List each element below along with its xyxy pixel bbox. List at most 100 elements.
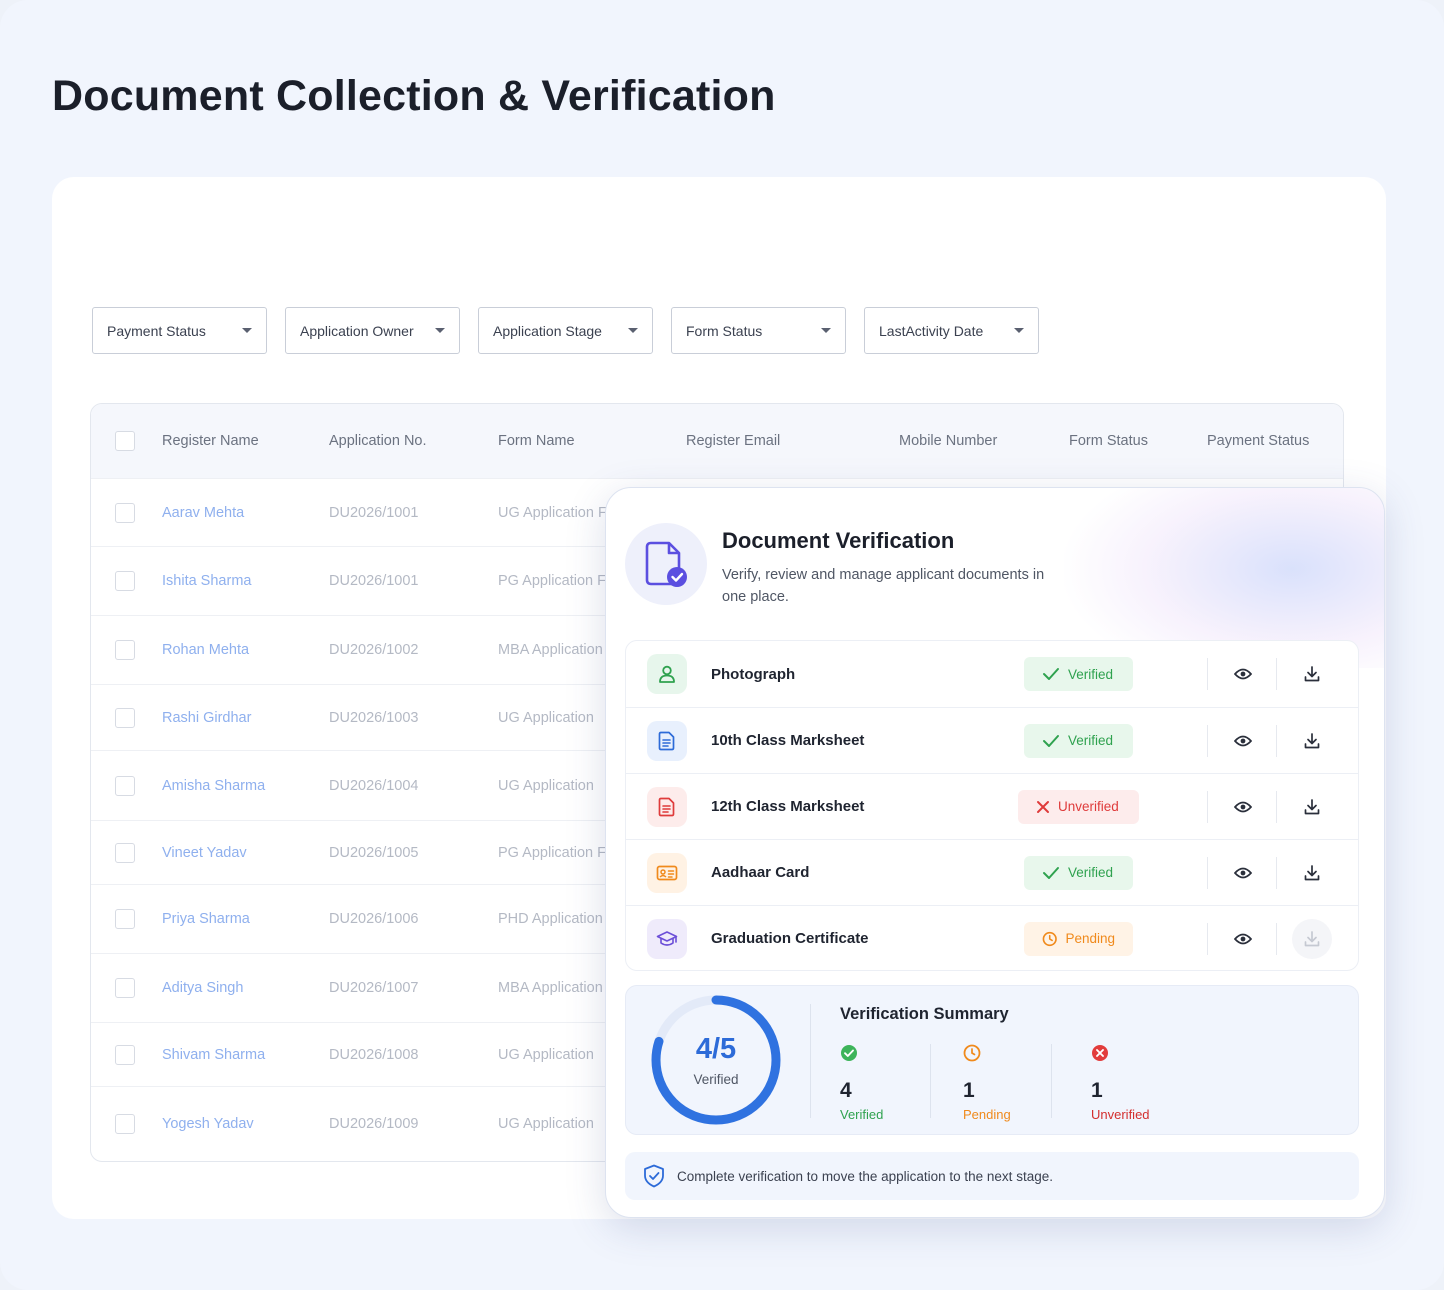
header-application-no[interactable]: Application No. — [329, 433, 427, 449]
progress-value: 4/5 — [695, 1033, 737, 1065]
divider — [1276, 857, 1277, 889]
caret-down-icon — [821, 328, 831, 333]
download-icon — [1304, 798, 1320, 814]
row-checkbox[interactable] — [115, 842, 135, 863]
caret-down-icon — [628, 328, 638, 333]
graduation-cap-icon — [647, 918, 687, 959]
document-verification-panel: Document Verification Verify, review and… — [605, 487, 1385, 1218]
register-name-link[interactable]: Aarav Mehta — [162, 505, 244, 521]
table-header: Register Name Application No. Form Name … — [91, 404, 1343, 478]
row-checkbox[interactable] — [115, 1113, 135, 1134]
row-checkbox[interactable] — [115, 707, 135, 728]
header-form-name[interactable]: Form Name — [498, 433, 575, 449]
register-name-link[interactable]: Rashi Girdhar — [162, 710, 251, 726]
filter-label: Application Owner — [300, 322, 414, 339]
eye-icon — [1234, 735, 1252, 746]
header-form-status[interactable]: Form Status — [1069, 433, 1148, 449]
view-button[interactable] — [1223, 918, 1263, 959]
clock-icon — [963, 1044, 981, 1062]
check-icon — [1043, 668, 1059, 680]
register-name-link[interactable]: Rohan Mehta — [162, 642, 249, 658]
stat-unverified: 1 Unverified — [1091, 1044, 1150, 1122]
row-checkbox[interactable] — [115, 978, 135, 998]
select-all-checkbox[interactable] — [115, 431, 135, 451]
header-mobile-number[interactable]: Mobile Number — [899, 433, 997, 449]
register-name-link[interactable]: Vineet Yadav — [162, 845, 247, 861]
row-checkbox[interactable] — [115, 909, 135, 929]
caret-down-icon — [435, 328, 445, 333]
application-no: DU2026/1004 — [329, 777, 419, 794]
form-name: PG Application F — [498, 573, 606, 589]
status-badge-verified: Verified — [1024, 723, 1133, 758]
status-badge-verified: Verified — [1024, 657, 1133, 691]
download-icon — [1304, 666, 1320, 682]
divider — [1051, 1044, 1052, 1118]
row-checkbox[interactable] — [115, 775, 135, 796]
form-name: UG Application — [498, 1046, 594, 1063]
header-payment-status[interactable]: Payment Status — [1207, 433, 1309, 449]
stat-count: 1 — [1091, 1079, 1103, 1102]
header-register-email[interactable]: Register Email — [686, 433, 780, 449]
caret-down-icon — [242, 328, 252, 333]
filter-last-activity-date[interactable]: LastActivity Date — [864, 307, 1039, 354]
filter-payment-status[interactable]: Payment Status — [92, 307, 267, 354]
panel-subtitle: Verify, review and manage applicant docu… — [722, 567, 1045, 605]
row-checkbox[interactable] — [115, 571, 135, 591]
register-name-link[interactable]: Aditya Singh — [162, 980, 243, 996]
header-register-name[interactable]: Register Name — [162, 433, 259, 449]
application-no: DU2026/1007 — [329, 980, 419, 996]
file-text-icon — [647, 720, 687, 761]
divider — [1276, 791, 1277, 823]
document-check-icon — [625, 523, 707, 605]
register-name-link[interactable]: Shivam Sharma — [162, 1047, 265, 1063]
divider — [930, 1044, 931, 1118]
document-name: Graduation Certificate — [711, 930, 869, 947]
user-icon — [647, 654, 687, 694]
document-row-graduation-certificate: Graduation Certificate Pending — [626, 905, 1358, 971]
filter-application-owner[interactable]: Application Owner — [285, 307, 460, 354]
progress-label: Verified — [693, 1072, 739, 1087]
download-button[interactable] — [1292, 852, 1332, 893]
filter-label: Payment Status — [107, 322, 206, 339]
download-button[interactable] — [1292, 654, 1332, 694]
row-checkbox[interactable] — [115, 1044, 135, 1065]
verification-note: Complete verification to move the applic… — [625, 1152, 1359, 1200]
register-name-link[interactable]: Yogesh Yadav — [162, 1116, 254, 1132]
divider — [1207, 857, 1208, 889]
document-name: Aadhaar Card — [711, 864, 810, 881]
document-name: 12th Class Marksheet — [711, 798, 865, 815]
divider — [1276, 923, 1277, 955]
register-name-link[interactable]: Ishita Sharma — [162, 573, 251, 589]
row-checkbox[interactable] — [115, 640, 135, 660]
view-button[interactable] — [1223, 786, 1263, 827]
filter-application-stage[interactable]: Application Stage — [478, 307, 653, 354]
filter-label: LastActivity Date — [879, 322, 984, 339]
eye-icon — [1234, 668, 1252, 680]
download-icon — [1304, 864, 1320, 880]
eye-icon — [1234, 801, 1252, 812]
download-button-disabled[interactable] — [1292, 918, 1332, 959]
application-no: DU2026/1003 — [329, 709, 419, 726]
download-icon — [1304, 930, 1320, 946]
eye-icon — [1234, 933, 1252, 944]
view-button[interactable] — [1223, 852, 1263, 893]
download-button[interactable] — [1292, 720, 1332, 761]
summary-title: Verification Summary — [840, 1005, 1009, 1023]
register-name-link[interactable]: Amisha Sharma — [162, 778, 265, 794]
download-button[interactable] — [1292, 786, 1332, 827]
row-checkbox[interactable] — [115, 502, 135, 523]
application-no: DU2026/1001 — [329, 573, 419, 589]
register-name-link[interactable]: Priya Sharma — [162, 911, 250, 927]
file-text-icon — [647, 786, 687, 827]
view-button[interactable] — [1223, 654, 1263, 694]
stat-count: 4 — [840, 1079, 852, 1102]
application-no: DU2026/1006 — [329, 911, 419, 927]
check-icon — [1043, 866, 1059, 879]
filter-label: Form Status — [686, 322, 763, 339]
application-no: DU2026/1005 — [329, 844, 419, 861]
view-button[interactable] — [1223, 720, 1263, 761]
document-name: 10th Class Marksheet — [711, 732, 865, 749]
filter-form-status[interactable]: Form Status — [671, 307, 846, 354]
status-badge-verified: Verified — [1024, 855, 1133, 890]
stat-label: Unverified — [1091, 1107, 1150, 1122]
